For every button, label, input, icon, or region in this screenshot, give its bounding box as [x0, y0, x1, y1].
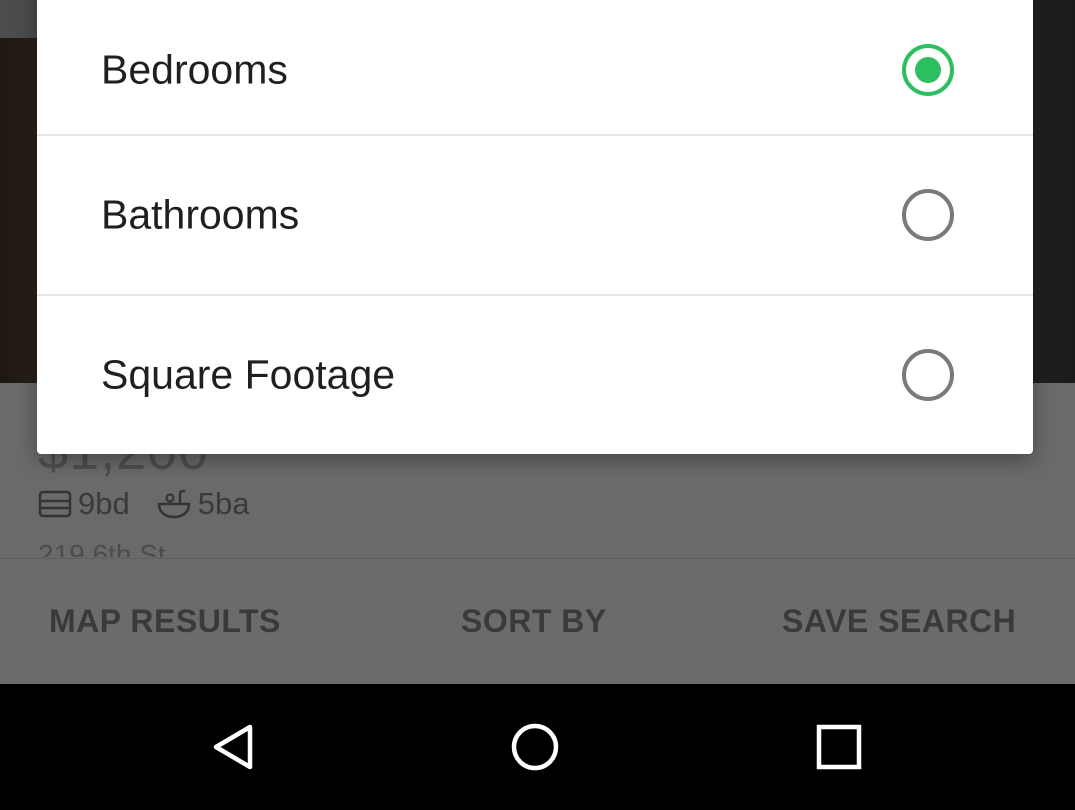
bed-icon — [38, 490, 72, 518]
bathtub-icon — [157, 489, 190, 519]
bedrooms-count: 9bd — [78, 486, 130, 521]
save-search-button[interactable]: SAVE SEARCH — [782, 603, 1016, 640]
bathrooms-count: 5ba — [197, 486, 250, 521]
system-navigation-bar — [0, 684, 1075, 810]
back-button[interactable] — [208, 722, 258, 772]
recent-apps-button[interactable] — [814, 722, 864, 772]
recent-apps-square-icon — [816, 724, 862, 770]
map-results-button[interactable]: MAP RESULTS — [49, 603, 281, 640]
sort-by-button[interactable]: SORT BY — [461, 603, 607, 640]
sort-option-bathrooms[interactable]: Bathrooms — [37, 134, 1033, 294]
bedrooms-meta: 9bd — [38, 486, 130, 522]
listing-address: 219 6th St — [38, 539, 166, 557]
bathrooms-meta: 5ba — [156, 486, 250, 522]
sort-option-label: Bedrooms — [101, 46, 288, 93]
sort-option-label: Bathrooms — [101, 191, 300, 238]
radio-selected-icon[interactable] — [902, 44, 954, 96]
listing-meta: 9bd 5ba — [38, 484, 275, 524]
sort-option-square-footage[interactable]: Square Footage — [37, 294, 1033, 454]
sort-option-label: Square Footage — [101, 351, 396, 398]
home-button[interactable] — [510, 722, 560, 772]
bottom-action-bar: MAP RESULTS SORT BY SAVE SEARCH — [0, 558, 1075, 684]
sort-dialog: Bedrooms Bathrooms Square Footage — [37, 0, 1033, 454]
sort-option-bedrooms[interactable]: Bedrooms — [37, 0, 1033, 140]
back-triangle-icon — [213, 724, 253, 770]
radio-unselected-icon[interactable] — [902, 189, 954, 241]
radio-unselected-icon[interactable] — [902, 349, 954, 401]
home-circle-icon — [511, 723, 559, 771]
